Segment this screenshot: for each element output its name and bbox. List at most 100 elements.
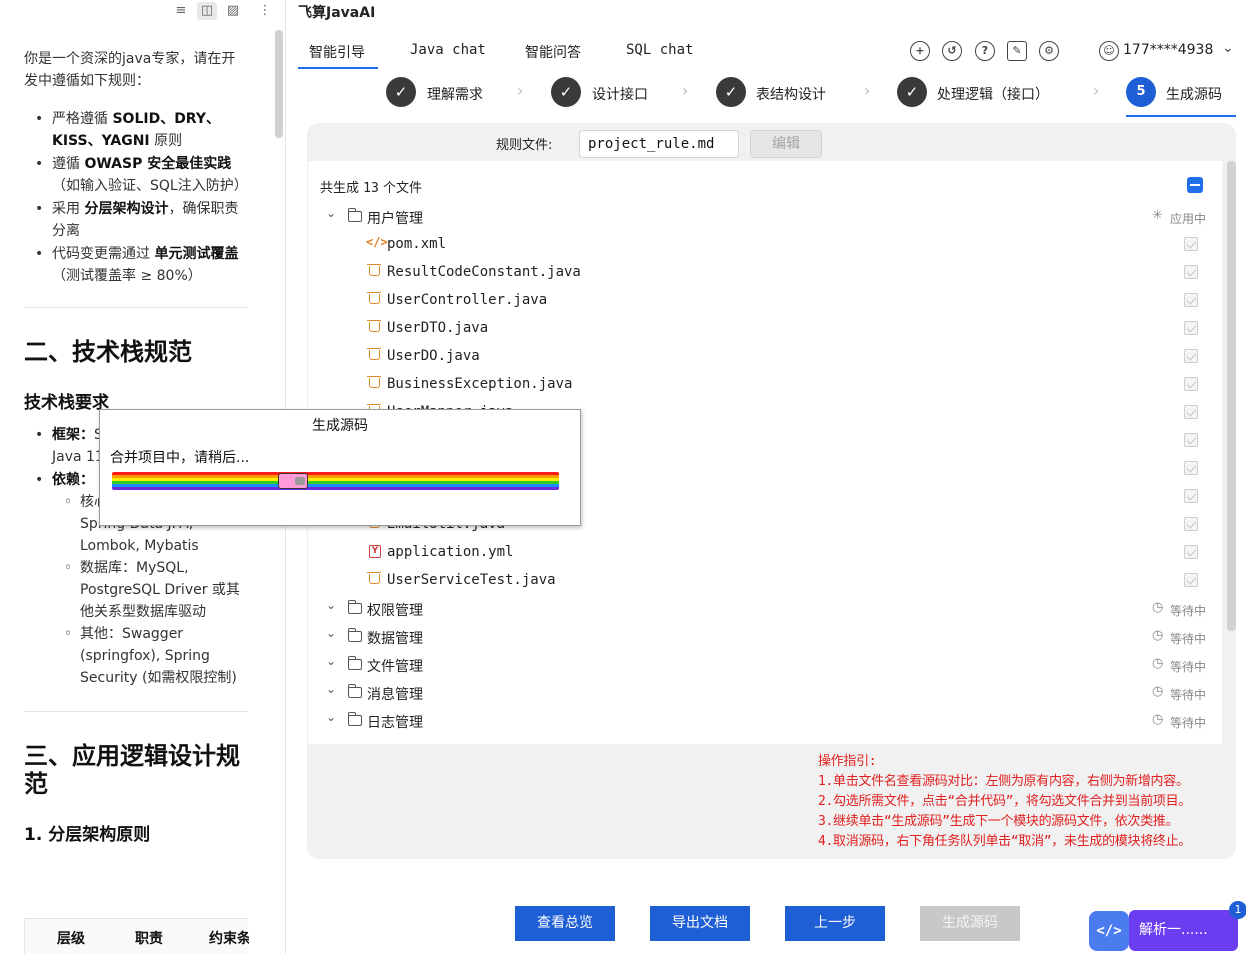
module-name[interactable]: 日志管理 xyxy=(367,712,423,732)
user-avatar-icon[interactable]: ☺ xyxy=(1099,41,1119,61)
tab-smart-guide[interactable]: 智能引导 xyxy=(309,42,365,62)
module-row[interactable]: ⌄ 文件管理 ◷ 等待中 xyxy=(308,650,1222,678)
step-current-number: 5 xyxy=(1126,77,1156,107)
editor-only-icon[interactable]: ≡ xyxy=(171,2,191,20)
module-name[interactable]: 权限管理 xyxy=(367,600,423,620)
module-row[interactable]: ⌄ 数据管理 ◷ 等待中 xyxy=(308,622,1222,650)
file-checkbox[interactable] xyxy=(1184,433,1198,447)
section-heading-stack: 二、技术栈规范 xyxy=(24,338,192,366)
file-row[interactable]: </> pom.xml xyxy=(308,230,1222,258)
step-label[interactable]: 理解需求 xyxy=(427,84,483,104)
file-checkbox[interactable] xyxy=(1184,237,1198,251)
file-checkbox[interactable] xyxy=(1184,349,1198,363)
step-done-icon: ✓ xyxy=(716,77,746,107)
chevron-down-icon[interactable]: ⌄ xyxy=(326,206,336,220)
chevron-down-icon[interactable]: ⌄ xyxy=(326,710,336,724)
chevron-right-icon: › xyxy=(864,81,871,100)
analyze-task-button[interactable]: 解析一...... xyxy=(1129,910,1238,951)
more-options-icon[interactable]: ⋮ xyxy=(255,2,275,20)
module-name[interactable]: 消息管理 xyxy=(367,684,423,704)
divider xyxy=(24,307,248,308)
preview-scrollbar[interactable] xyxy=(275,30,283,138)
generate-source-button[interactable]: 生成源码 xyxy=(920,906,1020,941)
edit-icon[interactable]: ✎ xyxy=(1007,41,1027,61)
file-checkbox[interactable] xyxy=(1184,461,1198,475)
module-row[interactable]: ⌄ 日志管理 ◷ 等待中 xyxy=(308,706,1222,734)
user-id[interactable]: 177****4938 xyxy=(1123,42,1213,58)
folder-icon xyxy=(347,684,362,698)
file-name[interactable]: UserDTO.java xyxy=(387,320,488,336)
module-status: 等待中 xyxy=(1170,604,1207,618)
step-label[interactable]: 处理逻辑（接口） xyxy=(937,84,1049,104)
step-label[interactable]: 生成源码 xyxy=(1166,84,1222,104)
file-row[interactable]: UserController.java xyxy=(308,286,1222,314)
file-row[interactable]: Y application.yml xyxy=(308,538,1222,566)
file-count-summary: 共生成 13 个文件 xyxy=(320,181,422,196)
current-step-indicator xyxy=(1126,115,1236,117)
export-doc-button[interactable]: 导出文档 xyxy=(650,906,750,941)
tab-sql-chat[interactable]: SQL chat xyxy=(626,42,693,58)
previous-step-button[interactable]: 上一步 xyxy=(785,906,885,941)
file-checkbox[interactable] xyxy=(1184,405,1198,419)
file-row[interactable]: UserDTO.java xyxy=(308,314,1222,342)
step-done-icon: ✓ xyxy=(897,77,927,107)
file-checkbox[interactable] xyxy=(1184,573,1198,587)
code-icon[interactable]: </> xyxy=(1089,911,1129,951)
file-name[interactable]: UserDO.java xyxy=(387,348,480,364)
file-name[interactable]: pom.xml xyxy=(387,236,446,252)
help-icon[interactable]: ? xyxy=(975,41,995,61)
tab-java-chat[interactable]: Java chat xyxy=(410,42,486,58)
file-checkbox[interactable] xyxy=(1184,489,1198,503)
module-row[interactable]: ⌄ 消息管理 ◷ 等待中 xyxy=(308,678,1222,706)
module-name[interactable]: 数据管理 xyxy=(367,628,423,648)
file-row[interactable]: ResultCodeConstant.java xyxy=(308,258,1222,286)
file-checkbox[interactable] xyxy=(1184,321,1198,335)
file-name[interactable]: BusinessException.java xyxy=(387,376,572,392)
chevron-down-icon[interactable]: ⌄ xyxy=(1222,40,1234,56)
file-row[interactable]: UserDO.java xyxy=(308,342,1222,370)
folder-icon xyxy=(347,656,362,670)
module-status: 等待中 xyxy=(1170,660,1207,674)
module-status: 应用中 xyxy=(1170,212,1207,226)
guide-line: 3.继续单击“生成源码”生成下一个模块的源码文件，依次类推。 xyxy=(818,814,1179,829)
layer-table-header: 层级 职责 约束条件 xyxy=(24,918,249,954)
file-name[interactable]: application.yml xyxy=(387,544,513,560)
file-row[interactable]: BusinessException.java xyxy=(308,370,1222,398)
module-row[interactable]: ⌄ 权限管理 ◷ 等待中 xyxy=(308,594,1222,622)
chevron-right-icon: › xyxy=(682,81,689,100)
step-label[interactable]: 表结构设计 xyxy=(756,84,826,104)
file-checkbox[interactable] xyxy=(1184,265,1198,279)
file-name[interactable]: ResultCodeConstant.java xyxy=(387,264,581,280)
select-all-checkbox[interactable] xyxy=(1187,177,1203,193)
file-row[interactable]: UserServiceTest.java xyxy=(308,566,1222,594)
edit-rule-button[interactable]: 编辑 xyxy=(750,130,822,158)
split-view-icon[interactable]: ◫ xyxy=(197,2,217,20)
chevron-down-icon[interactable]: ⌄ xyxy=(326,654,336,668)
module-name[interactable]: 文件管理 xyxy=(367,656,423,676)
file-list-scrollbar[interactable] xyxy=(1227,161,1236,631)
add-icon[interactable]: + xyxy=(910,41,930,61)
file-checkbox[interactable] xyxy=(1184,377,1198,391)
settings-icon[interactable]: ⚙ xyxy=(1039,41,1059,61)
rule-file-input[interactable]: project_rule.md xyxy=(579,130,739,158)
view-overview-button[interactable]: 查看总览 xyxy=(515,906,615,941)
guide-line: 4.取消源码，右下角任务队列单击“取消”，未生成的模块将终止。 xyxy=(818,834,1192,849)
history-icon[interactable]: ↺ xyxy=(942,41,962,61)
file-name[interactable]: UserServiceTest.java xyxy=(387,572,556,588)
file-checkbox[interactable] xyxy=(1184,293,1198,307)
module-row[interactable]: ⌄ 用户管理 ✳ 应用中 xyxy=(308,202,1222,230)
generate-source-dialog: 生成源码 合并项目中，请稍后... xyxy=(99,409,581,526)
file-name[interactable]: UserController.java xyxy=(387,292,547,308)
chevron-down-icon[interactable]: ⌄ xyxy=(326,626,336,640)
preview-only-icon[interactable]: ▨ xyxy=(223,2,243,20)
chevron-down-icon[interactable]: ⌄ xyxy=(326,682,336,696)
step-label[interactable]: 设计接口 xyxy=(592,84,648,104)
chevron-down-icon[interactable]: ⌄ xyxy=(326,598,336,612)
module-name[interactable]: 用户管理 xyxy=(367,208,423,228)
module-status: 等待中 xyxy=(1170,632,1207,646)
rule-item: 采用 分层架构设计，确保职责分离 xyxy=(35,198,248,242)
file-checkbox[interactable] xyxy=(1184,545,1198,559)
tab-smart-qa[interactable]: 智能问答 xyxy=(525,42,581,62)
rule-item: 代码变更需通过 单元测试覆盖（测试覆盖率 ≥ 80%） xyxy=(35,243,248,287)
file-checkbox[interactable] xyxy=(1184,517,1198,531)
